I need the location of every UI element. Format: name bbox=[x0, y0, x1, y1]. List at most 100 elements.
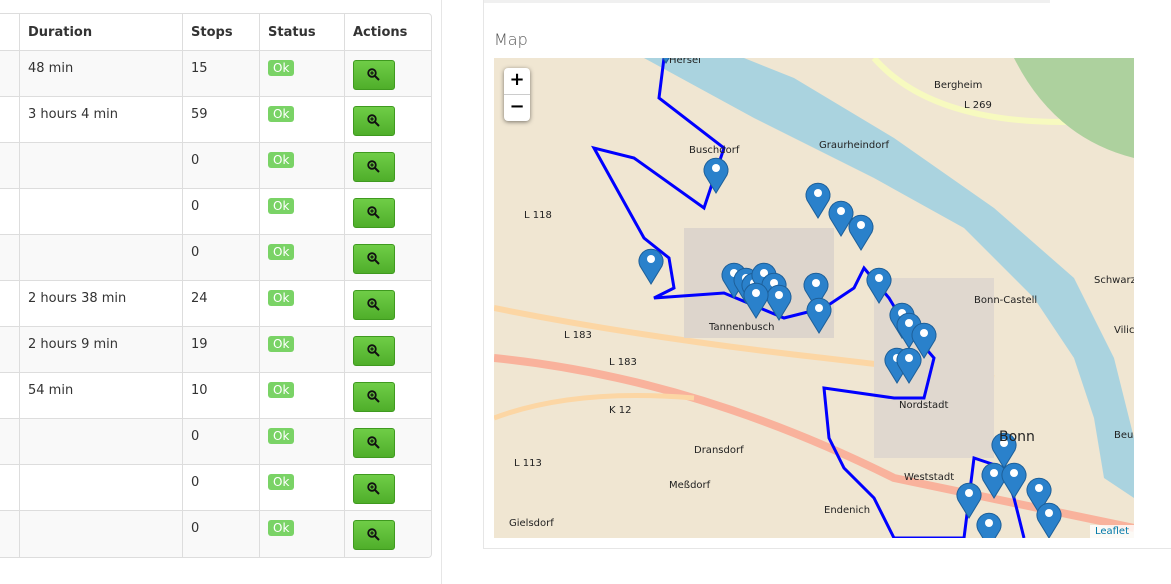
map-marker[interactable] bbox=[1036, 502, 1062, 538]
zoom-in-button[interactable]: + bbox=[504, 68, 530, 95]
stops-cell: 24 bbox=[182, 280, 260, 327]
cell bbox=[0, 372, 20, 419]
table-row: 0 Ok bbox=[0, 464, 431, 511]
table-row: 0 Ok bbox=[0, 234, 431, 281]
status-cell: Ok bbox=[259, 464, 345, 511]
duration-cell bbox=[19, 464, 183, 511]
table-row: 48 min 15 Ok bbox=[0, 50, 431, 97]
stops-cell: 0 bbox=[182, 418, 260, 465]
zoom-in-icon bbox=[367, 344, 380, 357]
zoom-in-icon bbox=[367, 528, 380, 541]
duration-cell: 2 hours 9 min bbox=[19, 326, 183, 373]
map-place-label: Tannenbusch bbox=[708, 322, 774, 333]
map-place-label: K 12 bbox=[609, 405, 631, 416]
map-marker[interactable] bbox=[703, 157, 729, 194]
map-marker-dot bbox=[905, 354, 913, 362]
zoom-to-route-button[interactable] bbox=[353, 244, 395, 274]
zoom-to-route-button[interactable] bbox=[353, 198, 395, 228]
status-badge: Ok bbox=[268, 198, 295, 214]
zoom-to-route-button[interactable] bbox=[353, 106, 395, 136]
zoom-in-icon bbox=[367, 390, 380, 403]
cell bbox=[0, 188, 20, 235]
table-row: 0 Ok bbox=[0, 510, 431, 557]
stops-cell: 10 bbox=[182, 372, 260, 419]
status-badge: Ok bbox=[268, 428, 295, 444]
zoom-to-route-button[interactable] bbox=[353, 60, 395, 90]
zoom-to-route-button[interactable] bbox=[353, 152, 395, 182]
zoom-out-button[interactable]: − bbox=[504, 95, 530, 121]
map-place-label: Hersel bbox=[669, 58, 701, 66]
zoom-in-icon bbox=[367, 298, 380, 311]
map-place-label: Bonn bbox=[999, 429, 1035, 445]
actions-cell bbox=[344, 234, 431, 281]
stops-cell: 0 bbox=[182, 234, 260, 281]
table-row: 0 Ok bbox=[0, 142, 431, 189]
map-marker[interactable] bbox=[981, 462, 1007, 499]
map-tiles[interactable]: Bergheim Hersel L 269 Buschdorf Graurheindor… bbox=[494, 58, 1134, 538]
map-marker-dot bbox=[775, 291, 783, 299]
status-cell: Ok bbox=[259, 50, 345, 97]
map-place-label: Weststadt bbox=[904, 472, 954, 483]
map-place-label: Bergheim bbox=[934, 80, 982, 91]
map-place-label: Dransdorf bbox=[694, 445, 744, 456]
actions-cell bbox=[344, 280, 431, 327]
map-marker-dot bbox=[837, 207, 845, 215]
map-marker-dot bbox=[647, 255, 655, 263]
status-badge: Ok bbox=[268, 336, 295, 352]
status-badge: Ok bbox=[268, 382, 295, 398]
stops-cell: 0 bbox=[182, 510, 260, 557]
map-marker[interactable] bbox=[638, 248, 664, 285]
column-header: Status bbox=[259, 14, 345, 51]
zoom-to-route-button[interactable] bbox=[353, 474, 395, 504]
duration-cell bbox=[19, 188, 183, 235]
stops-cell: 15 bbox=[182, 50, 260, 97]
zoom-in-icon bbox=[367, 68, 380, 81]
zoom-to-route-button[interactable] bbox=[353, 428, 395, 458]
cell bbox=[0, 464, 20, 511]
zoom-to-route-button[interactable] bbox=[353, 336, 395, 366]
map[interactable]: Bergheim Hersel L 269 Buschdorf Graurheindor… bbox=[494, 58, 1134, 538]
road bbox=[494, 393, 695, 421]
map-marker[interactable] bbox=[805, 182, 831, 219]
map-place-label: Buschdorf bbox=[689, 145, 740, 156]
status-badge: Ok bbox=[268, 60, 295, 76]
map-place-label: Beuel-Mitte bbox=[1114, 430, 1134, 441]
status-badge: Ok bbox=[268, 520, 295, 536]
status-cell: Ok bbox=[259, 418, 345, 465]
map-marker[interactable] bbox=[848, 214, 874, 251]
actions-cell bbox=[344, 464, 431, 511]
map-marker[interactable] bbox=[1001, 462, 1027, 499]
status-badge: Ok bbox=[268, 244, 295, 260]
cell bbox=[0, 96, 20, 143]
zoom-to-route-button[interactable] bbox=[353, 382, 395, 412]
duration-cell: 2 hours 38 min bbox=[19, 280, 183, 327]
status-cell: Ok bbox=[259, 372, 345, 419]
map-place-label: L 269 bbox=[964, 100, 992, 111]
status-badge: Ok bbox=[268, 106, 295, 122]
table-row: 2 hours 38 min 24 Ok bbox=[0, 280, 431, 327]
stops-cell: 59 bbox=[182, 96, 260, 143]
map-marker-dot bbox=[965, 489, 973, 497]
map-marker[interactable] bbox=[956, 482, 982, 519]
actions-cell bbox=[344, 326, 431, 373]
map-marker-dot bbox=[857, 221, 865, 229]
map-marker-dot bbox=[985, 519, 993, 527]
column-header bbox=[0, 14, 20, 51]
map-place-label: L 183 bbox=[609, 357, 637, 368]
map-marker-dot bbox=[812, 279, 820, 287]
map-marker-dot bbox=[990, 469, 998, 477]
cell bbox=[0, 418, 20, 465]
map-place-label: Gielsdorf bbox=[509, 518, 554, 529]
zoom-in-icon bbox=[367, 252, 380, 265]
actions-cell bbox=[344, 142, 431, 189]
zoom-to-route-button[interactable] bbox=[353, 290, 395, 320]
status-cell: Ok bbox=[259, 280, 345, 327]
map-marker-dot bbox=[920, 329, 928, 337]
map-place-label: Endenich bbox=[824, 505, 870, 516]
zoom-to-route-button[interactable] bbox=[353, 520, 395, 550]
attribution-link[interactable]: Leaflet bbox=[1089, 525, 1134, 538]
actions-cell bbox=[344, 96, 431, 143]
status-cell: Ok bbox=[259, 188, 345, 235]
map-place-label: Meßdorf bbox=[669, 480, 711, 491]
cell bbox=[0, 142, 20, 189]
